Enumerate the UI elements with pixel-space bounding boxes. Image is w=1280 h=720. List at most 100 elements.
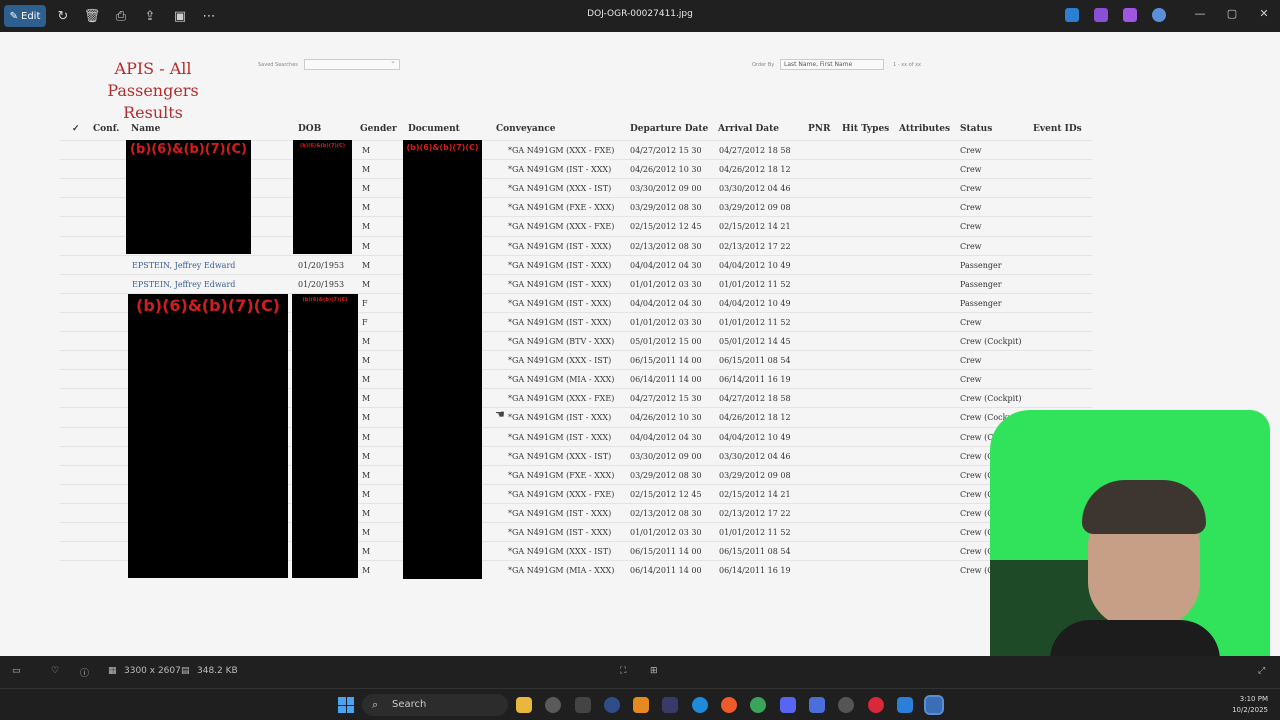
departure-date-cell: 04/04/2012 04 30 bbox=[630, 298, 702, 308]
share-icon[interactable]: ⇪ bbox=[141, 5, 159, 27]
gender-cell: M bbox=[362, 203, 371, 213]
maximize-icon[interactable]: ▢ bbox=[1222, 7, 1242, 20]
header-conf: Conf. bbox=[93, 124, 120, 134]
departure-date-cell: 02/13/2012 08 30 bbox=[630, 241, 702, 251]
departure-date-cell: 02/15/2012 12 45 bbox=[630, 222, 702, 232]
clock[interactable]: 3:10 PM 10/2/2025 bbox=[1232, 694, 1268, 716]
gender-cell: M bbox=[362, 489, 371, 499]
taskbar-search[interactable]: ⌕ Search bbox=[362, 694, 508, 716]
departure-date-cell: 03/29/2012 08 30 bbox=[630, 470, 702, 480]
departure-date-cell: 03/30/2012 09 00 bbox=[630, 184, 702, 194]
minimize-icon[interactable]: — bbox=[1190, 7, 1210, 20]
gender-cell: M bbox=[362, 279, 371, 289]
gender-cell: M bbox=[362, 241, 371, 251]
image-dimensions: 3300 x 2607 bbox=[124, 666, 181, 676]
file-size: 348.2 KB bbox=[197, 666, 238, 676]
app-icon[interactable] bbox=[868, 697, 884, 713]
copilot-icon[interactable] bbox=[1094, 8, 1108, 22]
arrival-date-cell: 03/29/2012 09 08 bbox=[719, 470, 791, 480]
gender-cell: M bbox=[362, 547, 371, 557]
name-cell[interactable]: EPSTEIN, Jeffrey Edward bbox=[132, 280, 235, 289]
clock-date: 10/2/2025 bbox=[1232, 706, 1268, 714]
actual-size-icon[interactable]: ⊞ bbox=[650, 666, 658, 676]
expand-icon[interactable]: ⤢ bbox=[1258, 666, 1265, 676]
gender-cell: M bbox=[362, 394, 371, 404]
chrome-icon[interactable] bbox=[750, 697, 766, 713]
edit-label: Edit bbox=[21, 10, 41, 22]
vlc-icon[interactable] bbox=[633, 697, 649, 713]
file-explorer-icon[interactable] bbox=[516, 697, 532, 713]
table-row: EPSTEIN, Jeffrey Edward 01/20/1953 M *GA N4… bbox=[60, 254, 1092, 274]
close-icon[interactable]: ✕ bbox=[1254, 7, 1274, 20]
redaction-label: (b)(6)&(b)(7)(C) bbox=[302, 297, 348, 303]
app-icon[interactable] bbox=[604, 697, 620, 713]
editor-app-icon[interactable] bbox=[1065, 8, 1079, 22]
conveyance-cell: *GA N491GM (XXX - FXE) bbox=[508, 489, 615, 499]
start-button[interactable] bbox=[338, 697, 354, 713]
arrival-date-cell: 04/04/2012 10 49 bbox=[719, 432, 791, 442]
conveyance-cell: *GA N491GM (XXX - IST) bbox=[508, 184, 612, 194]
records-count: 1 - xx of xx bbox=[893, 62, 921, 68]
header-hit-types: Hit Types bbox=[842, 124, 890, 134]
status-cell: Crew bbox=[960, 165, 982, 175]
departure-date-cell: 01/01/2012 03 30 bbox=[630, 317, 702, 327]
edit-button[interactable]: ✎ Edit bbox=[4, 5, 46, 27]
arrival-date-cell: 03/29/2012 09 08 bbox=[719, 203, 791, 213]
slideshow-icon[interactable]: ▣ bbox=[171, 5, 189, 27]
redaction-label: (b)(6)&(b)(7)(C) bbox=[300, 143, 345, 149]
photos-icon[interactable] bbox=[924, 695, 944, 715]
header-check: ✓ bbox=[72, 124, 80, 134]
arrival-date-cell: 02/15/2012 14 21 bbox=[719, 489, 791, 499]
gender-cell: M bbox=[362, 432, 371, 442]
delete-icon[interactable]: 🗑 bbox=[83, 5, 101, 27]
favorite-icon[interactable]: ♡ bbox=[51, 666, 59, 676]
gender-cell: M bbox=[362, 508, 371, 518]
page-title: APIS - All Passengers Results bbox=[107, 59, 199, 122]
status-cell: Crew bbox=[960, 146, 982, 155]
edge-icon[interactable] bbox=[692, 697, 708, 713]
arrival-date-cell: 04/04/2012 10 49 bbox=[719, 298, 791, 308]
conveyance-cell: *GA N491GM (IST - XXX) bbox=[508, 317, 612, 327]
status-cell: Crew (Cockpit) bbox=[960, 394, 1022, 404]
gender-cell: M bbox=[362, 528, 371, 537]
departure-date-cell: 06/15/2011 14 00 bbox=[630, 547, 702, 557]
info-icon[interactable]: ⓘ bbox=[80, 666, 89, 679]
gender-cell: M bbox=[362, 260, 371, 270]
departure-date-cell: 06/14/2011 14 00 bbox=[630, 375, 702, 385]
arrival-date-cell: 04/04/2012 10 49 bbox=[719, 260, 791, 270]
fit-to-window-icon[interactable]: ⛶ bbox=[620, 666, 626, 676]
status-cell: Crew bbox=[960, 375, 982, 385]
conveyance-cell: *GA N491GM (XXX - IST) bbox=[508, 451, 612, 461]
name-cell[interactable]: EPSTEIN, Jeffrey Edward bbox=[132, 261, 235, 270]
gender-cell: M bbox=[362, 356, 371, 366]
gender-cell: M bbox=[362, 375, 371, 385]
arrival-date-cell: 06/14/2011 16 19 bbox=[719, 566, 791, 576]
arrival-date-cell: 04/27/2012 18 58 bbox=[719, 394, 791, 404]
vscode-icon[interactable] bbox=[897, 697, 913, 713]
gender-cell: M bbox=[362, 413, 371, 423]
app-icon[interactable] bbox=[662, 697, 678, 713]
app-icon[interactable] bbox=[809, 697, 825, 713]
gender-cell: M bbox=[362, 451, 371, 461]
header-conveyance: Conveyance bbox=[496, 124, 556, 134]
departure-date-cell: 05/01/2012 15 00 bbox=[630, 337, 702, 346]
filmstrip-icon[interactable]: ▭ bbox=[12, 666, 21, 676]
arrival-date-cell: 04/27/2012 18 58 bbox=[719, 146, 791, 155]
conveyance-cell: *GA N491GM (IST - XXX) bbox=[508, 279, 612, 289]
app-icon[interactable] bbox=[575, 697, 591, 713]
discord-icon[interactable] bbox=[780, 697, 796, 713]
app-icon[interactable] bbox=[545, 697, 561, 713]
app-icon[interactable] bbox=[838, 697, 854, 713]
more-options-icon[interactable]: ⋯ bbox=[200, 5, 218, 27]
rotate-icon[interactable]: ↻ bbox=[54, 5, 72, 27]
webcam-overlay bbox=[990, 410, 1270, 662]
departure-date-cell: 04/26/2012 10 30 bbox=[630, 165, 702, 175]
clipchamp-icon[interactable] bbox=[1123, 8, 1137, 22]
onedrive-icon[interactable] bbox=[1152, 8, 1166, 22]
conveyance-cell: *GA N491GM (MIA - XXX) bbox=[508, 375, 615, 385]
file-size-icon: ▤ bbox=[181, 666, 190, 676]
print-icon[interactable]: ⎙ bbox=[112, 5, 130, 27]
arrival-date-cell: 05/01/2012 14 45 bbox=[719, 337, 791, 346]
search-placeholder: Search bbox=[392, 699, 427, 710]
firefox-icon[interactable] bbox=[721, 697, 737, 713]
